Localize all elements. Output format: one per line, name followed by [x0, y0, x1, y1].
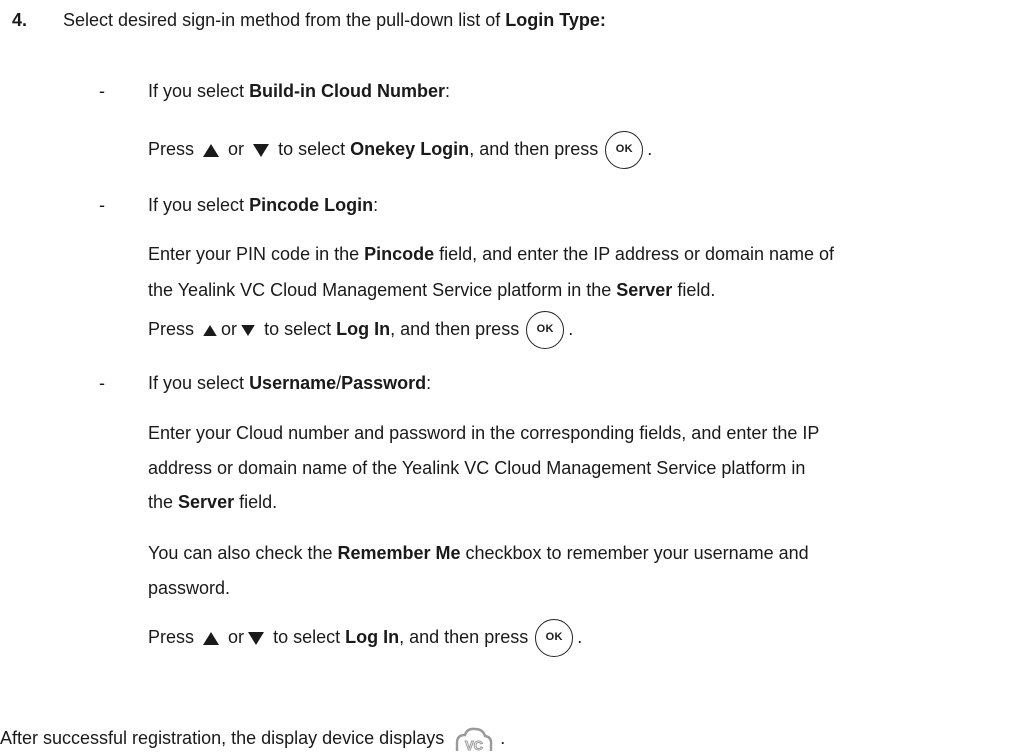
option2-line2: the Yealink VC Cloud Management Service …: [148, 280, 716, 300]
option2-heading: If you select Pincode Login:: [148, 195, 379, 215]
option2-line1: Enter your PIN code in the Pincode field…: [148, 244, 835, 264]
ok-button-icon: OK: [526, 311, 565, 350]
option1-press-line: Press or to select Onekey Login, and the…: [148, 129, 652, 170]
option1-heading: If you select Build-in Cloud Number:: [148, 81, 451, 101]
down-arrow-icon: [248, 631, 265, 645]
option1-dash: -: [99, 81, 105, 101]
vc-cloud-icon: VC: [456, 727, 493, 752]
ok-button-icon: OK: [535, 619, 574, 658]
step-number: 4.: [12, 10, 28, 30]
option3-dash: -: [99, 373, 105, 393]
up-arrow-icon: [203, 324, 217, 336]
option2-press-line: Press or to select Log In, and then pres…: [148, 309, 573, 350]
option3-line2: address or domain name of the Yealink VC…: [148, 458, 806, 478]
after-registration-line: After successful registration, the displ…: [0, 727, 506, 752]
option3-line5: password.: [148, 578, 231, 598]
option3-line4: You can also check the Remember Me check…: [148, 543, 809, 563]
step-intro: Select desired sign-in method from the p…: [63, 10, 606, 30]
down-arrow-icon: [241, 324, 255, 336]
login-type-label: Login Type:: [505, 10, 606, 30]
option3-line3: the Server field.: [148, 492, 278, 512]
option2-dash: -: [99, 195, 105, 215]
ok-button-icon: OK: [605, 131, 644, 170]
option3-line1: Enter your Cloud number and password in …: [148, 423, 820, 443]
vc-icon-label: VC: [465, 738, 484, 751]
up-arrow-icon: [203, 631, 220, 645]
up-arrow-icon: [203, 143, 220, 157]
down-arrow-icon: [253, 143, 270, 157]
option3-heading: If you select Username/Password:: [148, 373, 432, 393]
option3-press-line: Press or to select Log In, and then pres…: [148, 617, 582, 658]
